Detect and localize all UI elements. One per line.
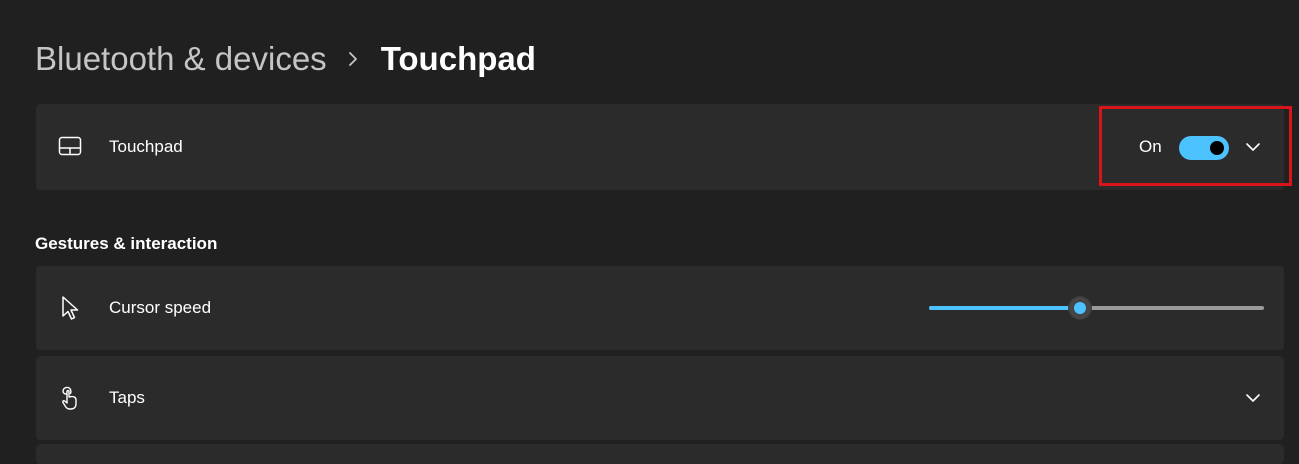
cursor-speed-slider[interactable] — [929, 297, 1264, 319]
tap-gesture-icon — [58, 386, 82, 410]
slider-thumb[interactable] — [1068, 297, 1091, 319]
touchpad-setting-card[interactable]: Touchpad On — [36, 104, 1284, 190]
page-title: Touchpad — [380, 40, 536, 77]
cursor-speed-card: Cursor speed — [36, 266, 1284, 350]
touchpad-label: Touchpad — [109, 137, 183, 156]
cursor-speed-label: Cursor speed — [109, 298, 212, 317]
highlight-box — [1099, 106, 1292, 186]
taps-setting-card[interactable]: Taps — [36, 356, 1284, 440]
breadcrumb: Bluetooth & devices Touchpad — [35, 36, 536, 82]
touchpad-icon — [58, 135, 82, 159]
chevron-down-icon[interactable] — [1242, 387, 1264, 409]
section-heading: Gestures & interaction — [35, 234, 218, 253]
slider-fill — [929, 306, 1080, 310]
cursor-icon — [58, 296, 82, 320]
taps-label: Taps — [109, 388, 145, 407]
breadcrumb-parent-link[interactable]: Bluetooth & devices — [35, 40, 327, 78]
chevron-right-icon — [347, 50, 359, 68]
next-setting-card[interactable] — [36, 444, 1284, 464]
